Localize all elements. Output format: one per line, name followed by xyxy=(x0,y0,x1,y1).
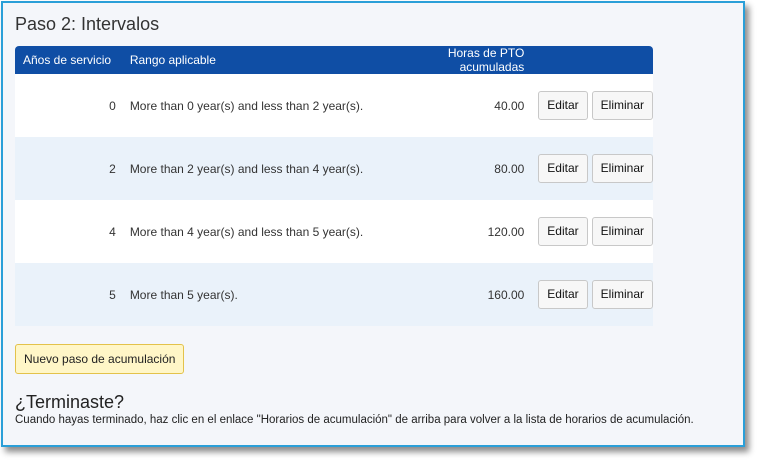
content-frame: Paso 2: Intervalos Años de servicio Rang… xyxy=(1,1,745,447)
delete-button[interactable]: Eliminar xyxy=(591,217,653,246)
table-row: 2 More than 2 year(s) and less than 4 ye… xyxy=(15,137,653,200)
cell-actions: Editar Eliminar xyxy=(532,74,653,137)
new-accrual-step-button[interactable]: Nuevo paso de acumulación xyxy=(15,344,185,374)
cell-actions: Editar Eliminar xyxy=(532,263,653,326)
step-title: Paso 2: Intervalos xyxy=(15,14,160,34)
done-heading: ¿Terminaste? xyxy=(15,392,125,412)
delete-button[interactable]: Eliminar xyxy=(591,280,653,309)
cell-years: 2 xyxy=(109,161,116,176)
cell-range: More than 0 year(s) and less than 2 year… xyxy=(129,98,364,113)
cell-range: More than 5 year(s). xyxy=(129,287,238,302)
cell-actions: Editar Eliminar xyxy=(532,200,653,263)
cell-hours: 120.00 xyxy=(487,224,525,239)
cell-years: 4 xyxy=(109,224,116,239)
cell-actions: Editar Eliminar xyxy=(532,137,653,200)
table-row: 5 More than 5 year(s). 160.00 Editar Elim… xyxy=(15,263,653,326)
table-row: 4 More than 4 year(s) and less than 5 ye… xyxy=(15,200,653,263)
done-instructions: Cuando hayas terminado, haz clic en el e… xyxy=(15,414,694,426)
cell-hours: 160.00 xyxy=(487,287,525,302)
column-header-years: Años de servicio xyxy=(23,53,112,67)
cell-hours: 40.00 xyxy=(494,98,525,113)
column-header-hours: Horas de PTO acumuladas xyxy=(447,46,525,74)
edit-button[interactable]: Editar xyxy=(538,154,588,183)
delete-button[interactable]: Eliminar xyxy=(591,91,653,120)
cell-range: More than 2 year(s) and less than 4 year… xyxy=(129,161,364,176)
cell-years: 5 xyxy=(109,287,116,302)
edit-button[interactable]: Editar xyxy=(538,91,588,120)
table-row: 0 More than 0 year(s) and less than 2 ye… xyxy=(15,74,653,137)
edit-button[interactable]: Editar xyxy=(538,217,588,246)
column-header-range: Rango aplicable xyxy=(129,53,216,67)
cell-range: More than 4 year(s) and less than 5 year… xyxy=(129,224,364,239)
table-header-row: Años de servicio Rango aplicable Horas d… xyxy=(15,46,653,74)
delete-button[interactable]: Eliminar xyxy=(591,154,653,183)
cell-years: 0 xyxy=(109,98,116,113)
cell-hours: 80.00 xyxy=(494,161,525,176)
column-header-actions xyxy=(532,46,653,74)
intervals-table: Años de servicio Rango aplicable Horas d… xyxy=(15,46,653,326)
edit-button[interactable]: Editar xyxy=(538,280,588,309)
